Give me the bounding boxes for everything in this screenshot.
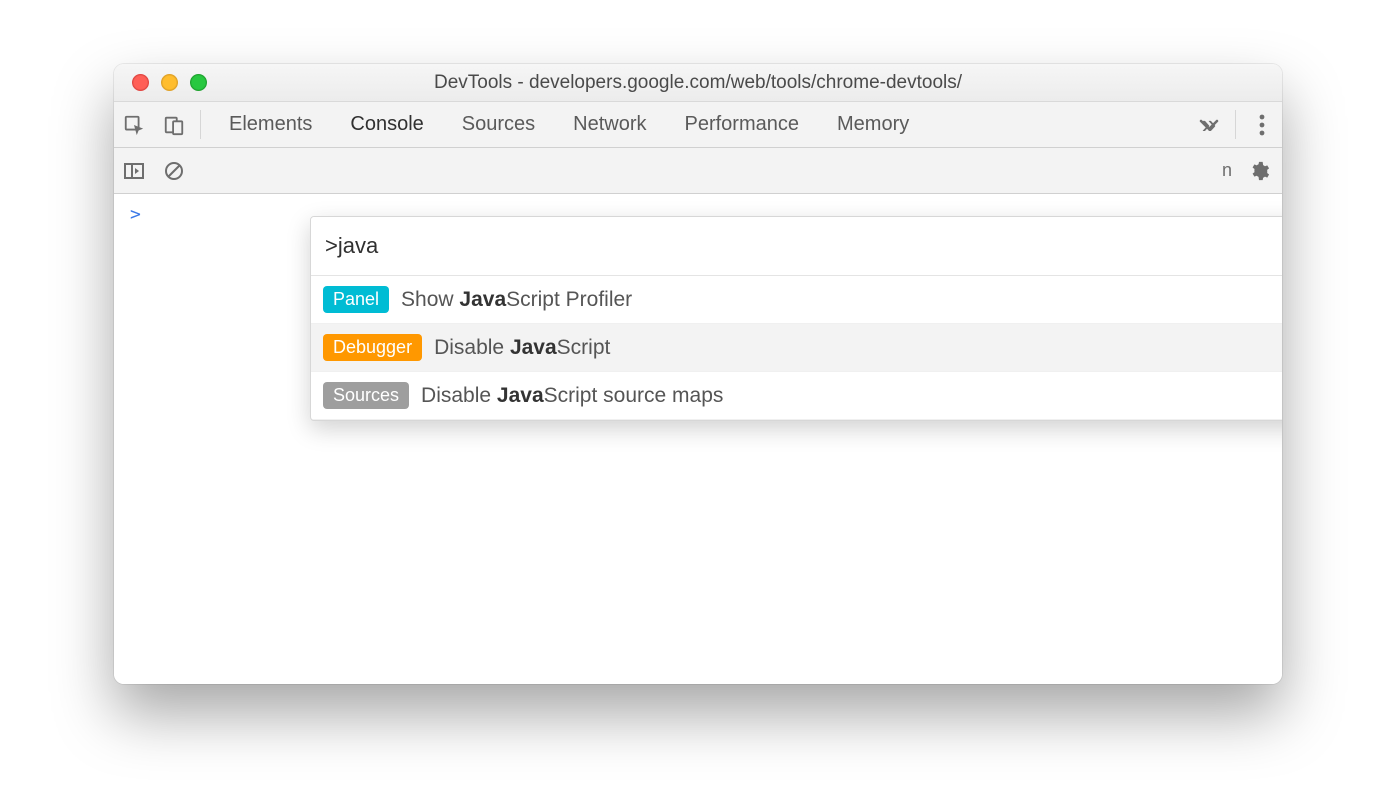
tab-elements[interactable]: Elements	[227, 102, 314, 147]
command-category-badge: Panel	[323, 286, 389, 313]
tab-console[interactable]: Console	[348, 102, 425, 147]
command-palette-item[interactable]: Sources Disable JavaScript source maps	[311, 372, 1282, 420]
command-label: Disable JavaScript	[434, 336, 610, 360]
devtools-window: DevTools - developers.google.com/web/too…	[114, 64, 1282, 684]
command-palette-list: Panel Show JavaScript Profiler Debugger Dis…	[311, 276, 1282, 420]
titlebar: DevTools - developers.google.com/web/too…	[114, 64, 1282, 102]
separator	[1235, 110, 1236, 139]
command-category-badge: Debugger	[323, 334, 422, 361]
inspect-element-icon[interactable]	[114, 102, 154, 147]
tab-performance[interactable]: Performance	[683, 102, 802, 147]
command-palette-item[interactable]: Debugger Disable JavaScript	[311, 324, 1282, 372]
command-palette: Panel Show JavaScript Profiler Debugger Dis…	[310, 216, 1282, 421]
console-settings-icon[interactable]	[1248, 148, 1270, 193]
console-toolbar: n	[114, 148, 1282, 194]
window-controls	[114, 74, 207, 91]
window-title: DevTools - developers.google.com/web/too…	[114, 72, 1282, 94]
truncated-text: n	[1222, 160, 1232, 181]
console-prompt: >	[130, 204, 141, 225]
panel-tabbar: Elements Console Sources Network Performance…	[114, 102, 1282, 148]
clear-console-icon[interactable]	[154, 160, 194, 182]
settings-menu-icon[interactable]	[1242, 102, 1282, 147]
close-window-button[interactable]	[132, 74, 149, 91]
command-palette-input[interactable]	[311, 217, 1282, 276]
panel-tabs: Elements Console Sources Network Performance…	[207, 102, 1189, 147]
command-label: Disable JavaScript source maps	[421, 384, 723, 408]
more-tabs-icon[interactable]: »	[1189, 102, 1229, 147]
device-toolbar-icon[interactable]	[154, 102, 194, 147]
minimize-window-button[interactable]	[161, 74, 178, 91]
command-palette-item[interactable]: Panel Show JavaScript Profiler	[311, 276, 1282, 324]
separator	[200, 110, 201, 139]
command-label: Show JavaScript Profiler	[401, 288, 632, 312]
tab-memory[interactable]: Memory	[835, 102, 911, 147]
zoom-window-button[interactable]	[190, 74, 207, 91]
tab-network[interactable]: Network	[571, 102, 648, 147]
toggle-drawer-icon[interactable]	[114, 162, 154, 180]
tab-sources[interactable]: Sources	[460, 102, 537, 147]
command-category-badge: Sources	[323, 382, 409, 409]
